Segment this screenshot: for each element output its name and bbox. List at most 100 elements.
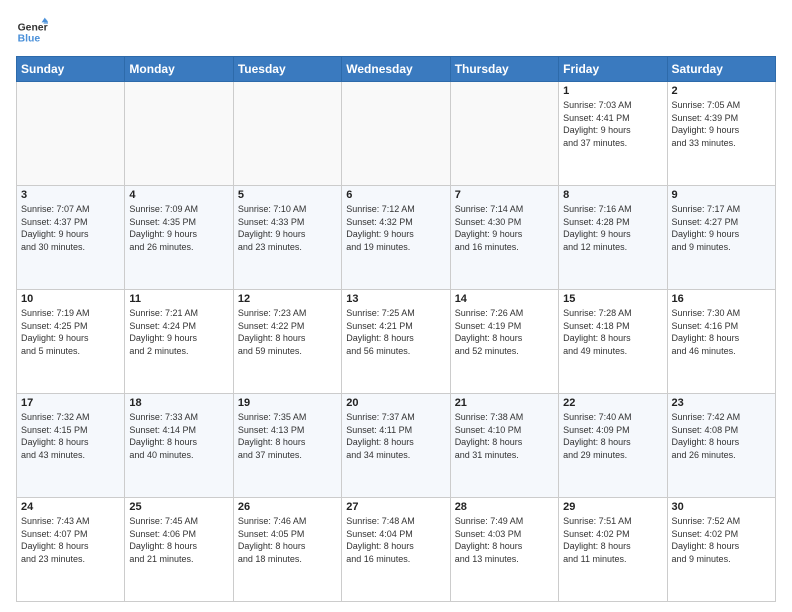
day-info: Sunrise: 7:28 AMSunset: 4:18 PMDaylight:…: [563, 307, 662, 357]
calendar-header-row: SundayMondayTuesdayWednesdayThursdayFrid…: [17, 57, 776, 82]
weekday-header-tuesday: Tuesday: [233, 57, 341, 82]
day-cell: 2 Sunrise: 7:05 AMSunset: 4:39 PMDaylight…: [667, 82, 775, 186]
day-info: Sunrise: 7:23 AMSunset: 4:22 PMDaylight:…: [238, 307, 337, 357]
day-number: 17: [21, 397, 120, 409]
day-info: Sunrise: 7:10 AMSunset: 4:33 PMDaylight:…: [238, 203, 337, 253]
header: General Blue: [16, 16, 776, 48]
day-number: 8: [563, 189, 662, 201]
day-number: 13: [346, 293, 445, 305]
day-number: 24: [21, 501, 120, 513]
logo-icon: General Blue: [16, 16, 48, 48]
day-number: 27: [346, 501, 445, 513]
day-info: Sunrise: 7:26 AMSunset: 4:19 PMDaylight:…: [455, 307, 554, 357]
week-row-5: 24 Sunrise: 7:43 AMSunset: 4:07 PMDayligh…: [17, 498, 776, 602]
day-info: Sunrise: 7:51 AMSunset: 4:02 PMDaylight:…: [563, 515, 662, 565]
day-cell: 18Sunrise: 7:33 AMSunset: 4:14 PMDayligh…: [125, 394, 233, 498]
day-number: 1: [563, 85, 662, 97]
day-info: Sunrise: 7:48 AMSunset: 4:04 PMDaylight:…: [346, 515, 445, 565]
day-number: 19: [238, 397, 337, 409]
day-number: 9: [672, 189, 771, 201]
day-cell: 4 Sunrise: 7:09 AMSunset: 4:35 PMDaylight…: [125, 186, 233, 290]
day-info: Sunrise: 7:19 AMSunset: 4:25 PMDaylight:…: [21, 307, 120, 357]
day-cell: 25 Sunrise: 7:45 AMSunset: 4:06 PMDayligh…: [125, 498, 233, 602]
day-number: 5: [238, 189, 337, 201]
day-number: 7: [455, 189, 554, 201]
day-cell: 10 Sunrise: 7:19 AMSunset: 4:25 PMDayligh…: [17, 290, 125, 394]
day-cell: 15 Sunrise: 7:28 AMSunset: 4:18 PMDayligh…: [559, 290, 667, 394]
day-info: Sunrise: 7:05 AMSunset: 4:39 PMDaylight:…: [672, 99, 771, 149]
day-cell: 13Sunrise: 7:25 AMSunset: 4:21 PMDayligh…: [342, 290, 450, 394]
calendar-table: SundayMondayTuesdayWednesdayThursdayFrid…: [16, 56, 776, 602]
day-number: 12: [238, 293, 337, 305]
day-number: 20: [346, 397, 445, 409]
weekday-header-wednesday: Wednesday: [342, 57, 450, 82]
day-number: 22: [563, 397, 662, 409]
day-info: Sunrise: 7:14 AMSunset: 4:30 PMDaylight:…: [455, 203, 554, 253]
day-cell: 21 Sunrise: 7:38 AMSunset: 4:10 PMDayligh…: [450, 394, 558, 498]
day-info: Sunrise: 7:45 AMSunset: 4:06 PMDaylight:…: [129, 515, 228, 565]
day-number: 11: [129, 293, 228, 305]
day-number: 28: [455, 501, 554, 513]
day-info: Sunrise: 7:07 AMSunset: 4:37 PMDaylight:…: [21, 203, 120, 253]
day-number: 10: [21, 293, 120, 305]
day-number: 6: [346, 189, 445, 201]
day-info: Sunrise: 7:49 AMSunset: 4:03 PMDaylight:…: [455, 515, 554, 565]
day-cell: [450, 82, 558, 186]
day-cell: 11 Sunrise: 7:21 AMSunset: 4:24 PMDayligh…: [125, 290, 233, 394]
day-cell: 5 Sunrise: 7:10 AMSunset: 4:33 PMDaylight…: [233, 186, 341, 290]
day-number: 21: [455, 397, 554, 409]
day-cell: 30 Sunrise: 7:52 AMSunset: 4:02 PMDayligh…: [667, 498, 775, 602]
day-number: 15: [563, 293, 662, 305]
day-number: 4: [129, 189, 228, 201]
weekday-header-monday: Monday: [125, 57, 233, 82]
day-info: Sunrise: 7:30 AMSunset: 4:16 PMDaylight:…: [672, 307, 771, 357]
day-info: Sunrise: 7:21 AMSunset: 4:24 PMDaylight:…: [129, 307, 228, 357]
day-cell: 3Sunrise: 7:07 AMSunset: 4:37 PMDaylight…: [17, 186, 125, 290]
day-info: Sunrise: 7:32 AMSunset: 4:15 PMDaylight:…: [21, 411, 120, 461]
day-number: 14: [455, 293, 554, 305]
day-info: Sunrise: 7:42 AMSunset: 4:08 PMDaylight:…: [672, 411, 771, 461]
day-info: Sunrise: 7:52 AMSunset: 4:02 PMDaylight:…: [672, 515, 771, 565]
day-info: Sunrise: 7:43 AMSunset: 4:07 PMDaylight:…: [21, 515, 120, 565]
day-number: 26: [238, 501, 337, 513]
day-number: 29: [563, 501, 662, 513]
day-info: Sunrise: 7:35 AMSunset: 4:13 PMDaylight:…: [238, 411, 337, 461]
calendar-body: 1Sunrise: 7:03 AMSunset: 4:41 PMDaylight…: [17, 82, 776, 602]
day-cell: 14 Sunrise: 7:26 AMSunset: 4:19 PMDayligh…: [450, 290, 558, 394]
day-cell: 24 Sunrise: 7:43 AMSunset: 4:07 PMDayligh…: [17, 498, 125, 602]
day-number: 2: [672, 85, 771, 97]
week-row-2: 3Sunrise: 7:07 AMSunset: 4:37 PMDaylight…: [17, 186, 776, 290]
day-cell: 17 Sunrise: 7:32 AMSunset: 4:15 PMDayligh…: [17, 394, 125, 498]
day-number: 30: [672, 501, 771, 513]
day-cell: [125, 82, 233, 186]
day-cell: [17, 82, 125, 186]
day-info: Sunrise: 7:38 AMSunset: 4:10 PMDaylight:…: [455, 411, 554, 461]
day-cell: [342, 82, 450, 186]
week-row-1: 1Sunrise: 7:03 AMSunset: 4:41 PMDaylight…: [17, 82, 776, 186]
day-cell: 20 Sunrise: 7:37 AMSunset: 4:11 PMDayligh…: [342, 394, 450, 498]
day-cell: 8 Sunrise: 7:16 AMSunset: 4:28 PMDaylight…: [559, 186, 667, 290]
weekday-header-friday: Friday: [559, 57, 667, 82]
day-cell: 9 Sunrise: 7:17 AMSunset: 4:27 PMDaylight…: [667, 186, 775, 290]
day-cell: 16 Sunrise: 7:30 AMSunset: 4:16 PMDayligh…: [667, 290, 775, 394]
day-info: Sunrise: 7:09 AMSunset: 4:35 PMDaylight:…: [129, 203, 228, 253]
day-number: 25: [129, 501, 228, 513]
svg-text:General: General: [18, 22, 48, 33]
day-cell: 1Sunrise: 7:03 AMSunset: 4:41 PMDaylight…: [559, 82, 667, 186]
day-cell: 6 Sunrise: 7:12 AMSunset: 4:32 PMDaylight…: [342, 186, 450, 290]
week-row-3: 10 Sunrise: 7:19 AMSunset: 4:25 PMDayligh…: [17, 290, 776, 394]
week-row-4: 17 Sunrise: 7:32 AMSunset: 4:15 PMDayligh…: [17, 394, 776, 498]
day-info: Sunrise: 7:46 AMSunset: 4:05 PMDaylight:…: [238, 515, 337, 565]
day-info: Sunrise: 7:12 AMSunset: 4:32 PMDaylight:…: [346, 203, 445, 253]
day-number: 23: [672, 397, 771, 409]
day-info: Sunrise: 7:37 AMSunset: 4:11 PMDaylight:…: [346, 411, 445, 461]
day-number: 16: [672, 293, 771, 305]
day-cell: 19 Sunrise: 7:35 AMSunset: 4:13 PMDayligh…: [233, 394, 341, 498]
day-info: Sunrise: 7:16 AMSunset: 4:28 PMDaylight:…: [563, 203, 662, 253]
day-cell: 12 Sunrise: 7:23 AMSunset: 4:22 PMDayligh…: [233, 290, 341, 394]
day-number: 18: [129, 397, 228, 409]
day-cell: 22 Sunrise: 7:40 AMSunset: 4:09 PMDayligh…: [559, 394, 667, 498]
day-info: Sunrise: 7:40 AMSunset: 4:09 PMDaylight:…: [563, 411, 662, 461]
day-info: Sunrise: 7:17 AMSunset: 4:27 PMDaylight:…: [672, 203, 771, 253]
day-cell: 28 Sunrise: 7:49 AMSunset: 4:03 PMDayligh…: [450, 498, 558, 602]
